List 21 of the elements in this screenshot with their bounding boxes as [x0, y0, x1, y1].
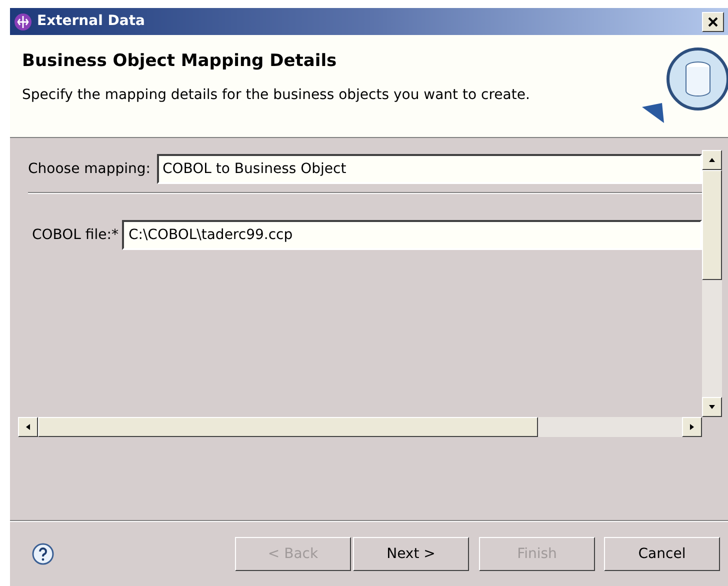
file-label: COBOL file:*: [32, 226, 118, 244]
wizard-button[interactable]: Cancel: [604, 537, 720, 571]
scroll-right-button[interactable]: [682, 417, 702, 437]
horizontal-scrollbar[interactable]: [18, 417, 702, 437]
page-description: Specify the mapping details for the business objects you want to create.: [22, 86, 531, 104]
mapping-field[interactable]: COBOL to Business Object: [156, 154, 702, 184]
vertical-scrollbar[interactable]: [702, 150, 722, 417]
scroll-left-button[interactable]: [18, 417, 38, 437]
wizard-button[interactable]: Next >: [353, 537, 469, 571]
window-title: External Data: [37, 12, 145, 31]
scrollbar-thumb[interactable]: [38, 417, 538, 437]
page-title: Business Object Mapping Details: [22, 50, 338, 73]
file-field[interactable]: C:\COBOL\taderc99.ccp: [122, 220, 702, 250]
mapping-label: Choose mapping:: [28, 160, 150, 178]
close-icon: [708, 16, 718, 26]
scroll-down-button[interactable]: [702, 397, 722, 417]
scrollbar-thumb[interactable]: [702, 170, 722, 280]
scroll-up-button[interactable]: [702, 150, 722, 170]
app-icon: [14, 12, 32, 30]
help-icon[interactable]: [32, 543, 54, 565]
close-button[interactable]: [702, 12, 724, 32]
